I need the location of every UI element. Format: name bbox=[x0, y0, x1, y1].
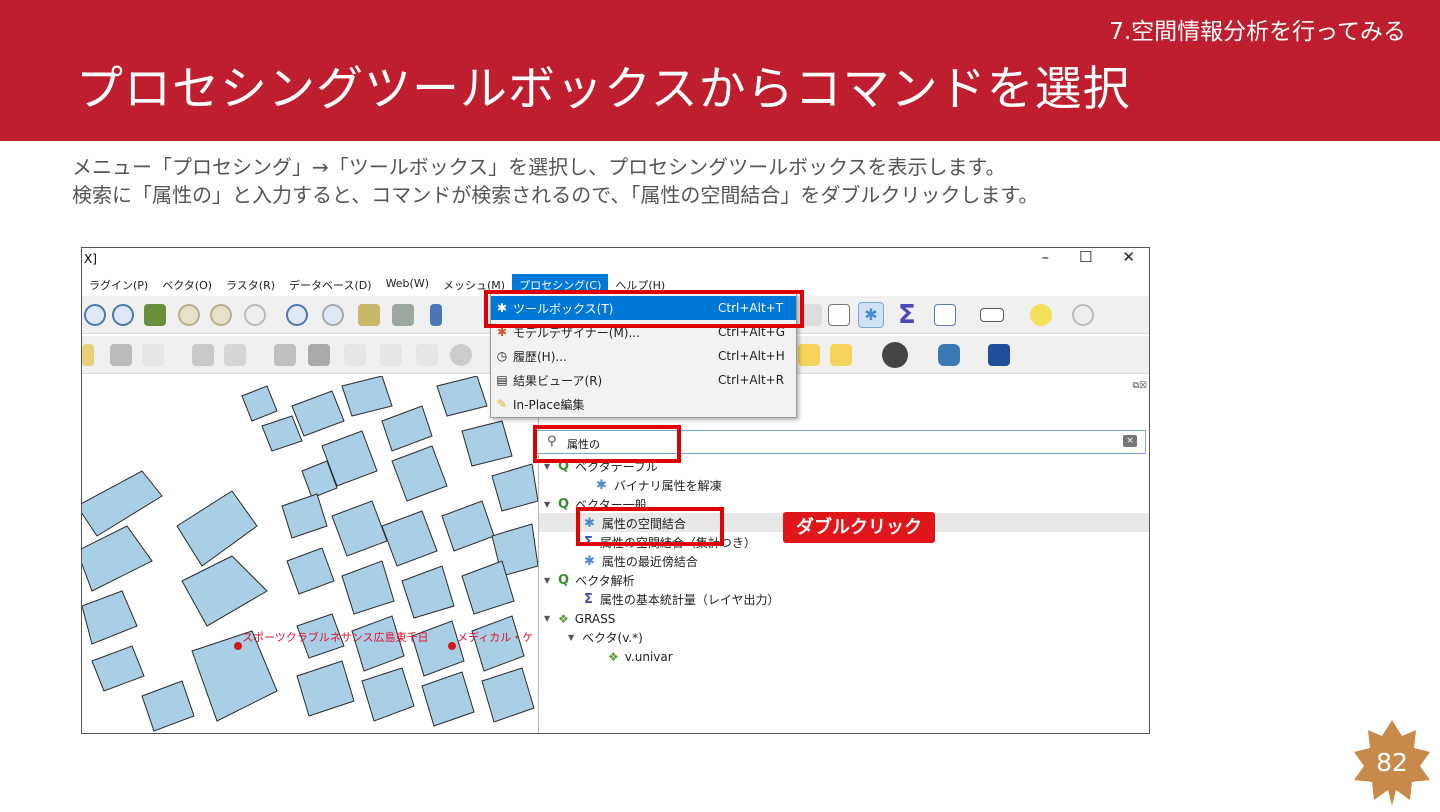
show-bookmarks-icon[interactable] bbox=[392, 304, 414, 326]
annotation-icon[interactable] bbox=[1030, 304, 1052, 326]
sum-icon: Σ bbox=[584, 592, 593, 607]
statistics-sum-icon[interactable]: Σ bbox=[898, 300, 916, 330]
tree-item-join-nearest[interactable]: ✱ 属性の最近傍結合 bbox=[584, 552, 698, 571]
qgis-icon: Q bbox=[558, 497, 570, 512]
window-titlebar: X] – ☐ ✕ bbox=[82, 248, 1149, 272]
tree-group-grass[interactable]: ▼ ❖ GRASS bbox=[544, 609, 615, 628]
map-canvas[interactable]: スポーツクラブルネサンス広島東千日 メディカル・ケ bbox=[82, 375, 539, 733]
python-icon[interactable] bbox=[938, 344, 960, 366]
gear-icon: ✱ bbox=[584, 554, 595, 569]
vertex-tool-icon[interactable] bbox=[224, 344, 246, 366]
panel-window-controls[interactable]: ⧉☒ bbox=[1133, 381, 1148, 391]
map-label-2: メディカル・ケ bbox=[457, 630, 533, 644]
tree-item-binary-decode[interactable]: ✱ バイナリ属性を解凍 bbox=[596, 476, 722, 495]
tree-item-v-univar[interactable]: ❖ v.univar bbox=[608, 647, 673, 666]
attribute-table-icon[interactable] bbox=[828, 304, 850, 326]
refresh-icon[interactable] bbox=[430, 304, 442, 326]
copy-icon[interactable] bbox=[380, 344, 402, 366]
label-icon[interactable] bbox=[798, 344, 820, 366]
tree-group-grass-vector[interactable]: ▼ ベクタ(v.*) bbox=[568, 628, 643, 647]
zoom-last-icon[interactable] bbox=[286, 304, 308, 326]
menu-item-in-place-edit[interactable]: ✎ In-Place編集 bbox=[491, 392, 796, 416]
save-edits-icon[interactable] bbox=[110, 344, 132, 366]
digitize-icon[interactable] bbox=[142, 344, 164, 366]
measure-icon[interactable] bbox=[980, 308, 1004, 322]
tree-item-basic-statistics[interactable]: Σ 属性の基本統計量（レイヤ出力） bbox=[584, 590, 780, 609]
add-feature-icon[interactable] bbox=[192, 344, 214, 366]
document-icon: ▤ bbox=[496, 373, 508, 387]
expand-arrow-icon[interactable]: ▼ bbox=[544, 500, 558, 509]
page-number: 82 bbox=[1376, 748, 1408, 777]
zoom-native-icon[interactable] bbox=[244, 304, 266, 326]
grass-icon: ❖ bbox=[558, 611, 569, 626]
globe-plugin-icon[interactable] bbox=[882, 342, 908, 368]
menu-plugins[interactable]: ラグイン(P) bbox=[82, 274, 155, 294]
poi-marker-1 bbox=[234, 642, 242, 650]
map-tips-icon[interactable] bbox=[1072, 304, 1094, 326]
zoom-out-icon[interactable] bbox=[112, 304, 134, 326]
zoom-in-icon[interactable] bbox=[84, 304, 106, 326]
paste-icon[interactable] bbox=[416, 344, 438, 366]
qgis-icon: Q bbox=[558, 573, 570, 588]
tree-group-vector-analysis[interactable]: ▼ Q ベクタ解析 bbox=[544, 571, 635, 590]
double-click-callout: ダブルクリック bbox=[783, 512, 935, 543]
poi-marker-2 bbox=[448, 642, 456, 650]
page-number-badge: 82 bbox=[1352, 718, 1432, 808]
highlight-toolbox-menu bbox=[484, 290, 804, 328]
clear-search-icon[interactable]: × bbox=[1123, 435, 1137, 447]
menu-item-results-viewer[interactable]: ▤ 結果ビューア(R) Ctrl+Alt+R bbox=[491, 368, 796, 392]
close-button[interactable]: ✕ bbox=[1122, 248, 1135, 266]
cut-icon[interactable] bbox=[344, 344, 366, 366]
zoom-full-icon[interactable] bbox=[144, 304, 166, 326]
expand-arrow-icon[interactable]: ▼ bbox=[544, 576, 558, 585]
slide-title: プロセシングツールボックスからコマンドを選択 bbox=[76, 62, 1131, 117]
grass-icon: ❖ bbox=[608, 649, 619, 664]
help-icon[interactable] bbox=[988, 344, 1010, 366]
label-pin-icon[interactable] bbox=[830, 344, 852, 366]
bookmark-icon[interactable] bbox=[358, 304, 380, 326]
menu-web[interactable]: Web(W) bbox=[379, 274, 436, 294]
field-calc-icon[interactable] bbox=[934, 304, 956, 326]
expand-arrow-icon[interactable]: ▼ bbox=[568, 633, 582, 642]
section-title: 7.空間情報分析を行ってみる bbox=[1109, 19, 1406, 45]
window-title: X] bbox=[84, 252, 97, 266]
description-line-1: メニュー「プロセシング」→「ツールボックス」を選択し、プロセシングツールボックス… bbox=[72, 155, 1006, 179]
description-line-2: 検索に「属性の」と入力すると、コマンドが検索されるので、「属性の空間結合」をダブ… bbox=[72, 183, 1039, 207]
edit-icon: ✎ bbox=[496, 397, 508, 411]
minimize-button[interactable]: – bbox=[1041, 248, 1049, 266]
menu-vector[interactable]: ベクタ(O) bbox=[155, 274, 219, 294]
maximize-button[interactable]: ☐ bbox=[1079, 248, 1092, 266]
zoom-layer-icon[interactable] bbox=[178, 304, 200, 326]
menu-raster[interactable]: ラスタ(R) bbox=[219, 274, 282, 294]
modify-attributes-icon[interactable] bbox=[274, 344, 296, 366]
zoom-selection-icon[interactable] bbox=[210, 304, 232, 326]
delete-feature-icon[interactable] bbox=[308, 344, 330, 366]
toolbox-gear-icon[interactable]: ✱ bbox=[858, 302, 884, 328]
map-label-1: スポーツクラブルネサンス広島東千日 bbox=[242, 630, 429, 644]
menu-database[interactable]: データベース(D) bbox=[282, 274, 379, 294]
slide-header: 7.空間情報分析を行ってみる プロセシングツールボックスからコマンドを選択 bbox=[0, 0, 1440, 141]
highlight-search bbox=[533, 425, 681, 463]
gear-icon: ✱ bbox=[596, 478, 607, 493]
expand-arrow-icon[interactable]: ▼ bbox=[544, 462, 558, 471]
expand-arrow-icon[interactable]: ▼ bbox=[544, 614, 558, 623]
highlight-target-item bbox=[576, 507, 724, 546]
qgis-screenshot: X] – ☐ ✕ ラグイン(P) ベクタ(O) ラスタ(R) データベース(D)… bbox=[81, 247, 1150, 734]
zoom-next-icon[interactable] bbox=[322, 304, 344, 326]
undo-icon[interactable] bbox=[450, 344, 472, 366]
description: メニュー「プロセシング」→「ツールボックス」を選択し、プロセシングツールボックス… bbox=[72, 153, 1038, 209]
map-buildings: スポーツクラブルネサンス広島東千日 メディカル・ケ bbox=[82, 375, 539, 732]
pencil-icon[interactable] bbox=[82, 344, 94, 366]
clock-icon: ◷ bbox=[496, 349, 508, 363]
menu-item-history[interactable]: ◷ 履歴(H)... Ctrl+Alt+H bbox=[491, 344, 796, 368]
